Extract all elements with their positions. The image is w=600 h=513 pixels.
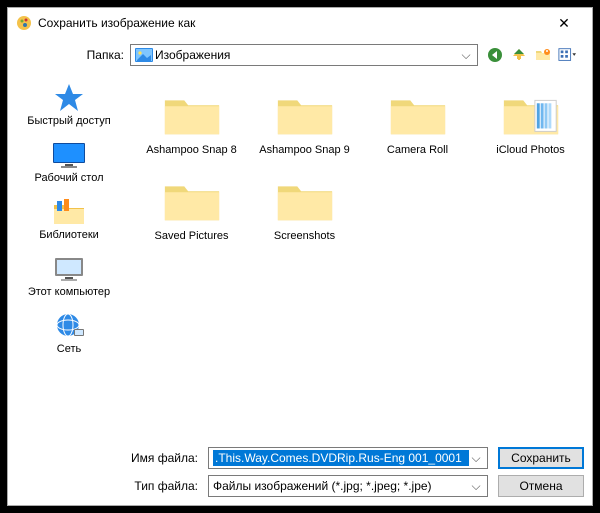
main-area: Быстрый доступ Рабочий стол Библиотеки Э… [8,72,592,437]
new-folder-icon[interactable] [534,46,552,64]
folder-icon [500,86,562,138]
folder-toolbar [478,46,584,64]
folder-icon [161,86,223,138]
place-libraries[interactable]: Библиотеки [8,194,130,243]
filetype-combo[interactable]: Файлы изображений (*.jpg; *.jpeg; *.jpe)… [208,475,488,497]
cancel-button[interactable]: Отмена [498,475,584,497]
chevron-down-icon: ⌵ [459,48,473,63]
app-icon [16,15,32,31]
file-label: Ashampoo Snap 8 [146,144,237,156]
filename-value: .This.Way.Comes.DVDRip.Rus-Eng 001_0001 [213,450,469,466]
this-pc-icon [51,253,87,285]
network-icon [51,310,87,342]
place-quick-access[interactable]: Быстрый доступ [8,80,130,129]
place-this-pc[interactable]: Этот компьютер [8,251,130,300]
file-item[interactable]: iCloud Photos [477,82,584,160]
folder-icon [274,86,336,138]
quick-access-icon [51,82,87,114]
file-label: iCloud Photos [496,144,565,156]
chevron-down-icon: ⌵ [469,451,483,466]
folder-combo[interactable]: Изображения ⌵ [130,44,478,66]
places-sidebar: Быстрый доступ Рабочий стол Библиотеки Э… [8,72,130,437]
folder-icon [274,172,336,224]
file-grid[interactable]: Ashampoo Snap 8 Ashampoo Snap 9 Camera Rol… [130,72,592,437]
file-label: Saved Pictures [155,230,229,242]
folder-icon [387,86,449,138]
chevron-down-icon: ⌵ [469,479,483,494]
titlebar: Сохранить изображение как ✕ [8,8,592,38]
file-item[interactable]: Saved Pictures [138,168,245,246]
place-label: Библиотеки [39,229,99,241]
file-item[interactable]: Ashampoo Snap 9 [251,82,358,160]
libraries-icon [51,196,87,228]
save-as-dialog: Сохранить изображение как ✕ Папка: Изобр… [7,7,593,506]
window-title: Сохранить изображение как [38,16,544,30]
pictures-icon [135,48,151,62]
file-item[interactable]: Screenshots [251,168,358,246]
place-desktop[interactable]: Рабочий стол [8,137,130,186]
place-label: Этот компьютер [28,286,110,298]
folder-label: Папка: [8,48,130,62]
file-label: Camera Roll [387,144,448,156]
place-label: Быстрый доступ [27,115,111,127]
place-label: Рабочий стол [34,172,103,184]
filetype-label: Тип файла: [8,479,208,493]
file-label: Screenshots [274,230,335,242]
back-icon[interactable] [486,46,504,64]
filename-label: Имя файла: [8,451,208,465]
folder-current-text: Изображения [155,48,459,62]
folder-bar: Папка: Изображения ⌵ [8,38,592,72]
file-item[interactable]: Ashampoo Snap 8 [138,82,245,160]
file-item[interactable]: Camera Roll [364,82,471,160]
close-button[interactable]: ✕ [544,11,584,35]
save-button[interactable]: Сохранить [498,447,584,469]
folder-icon [161,172,223,224]
filetype-value: Файлы изображений (*.jpg; *.jpeg; *.jpe) [213,479,469,493]
view-menu-icon[interactable] [558,46,576,64]
up-icon[interactable] [510,46,528,64]
desktop-icon [51,139,87,171]
filename-combo[interactable]: .This.Way.Comes.DVDRip.Rus-Eng 001_0001 … [208,447,488,469]
bottom-panel: Имя файла: .This.Way.Comes.DVDRip.Rus-En… [8,437,592,505]
place-network[interactable]: Сеть [8,308,130,357]
place-label: Сеть [57,343,81,355]
file-label: Ashampoo Snap 9 [259,144,350,156]
